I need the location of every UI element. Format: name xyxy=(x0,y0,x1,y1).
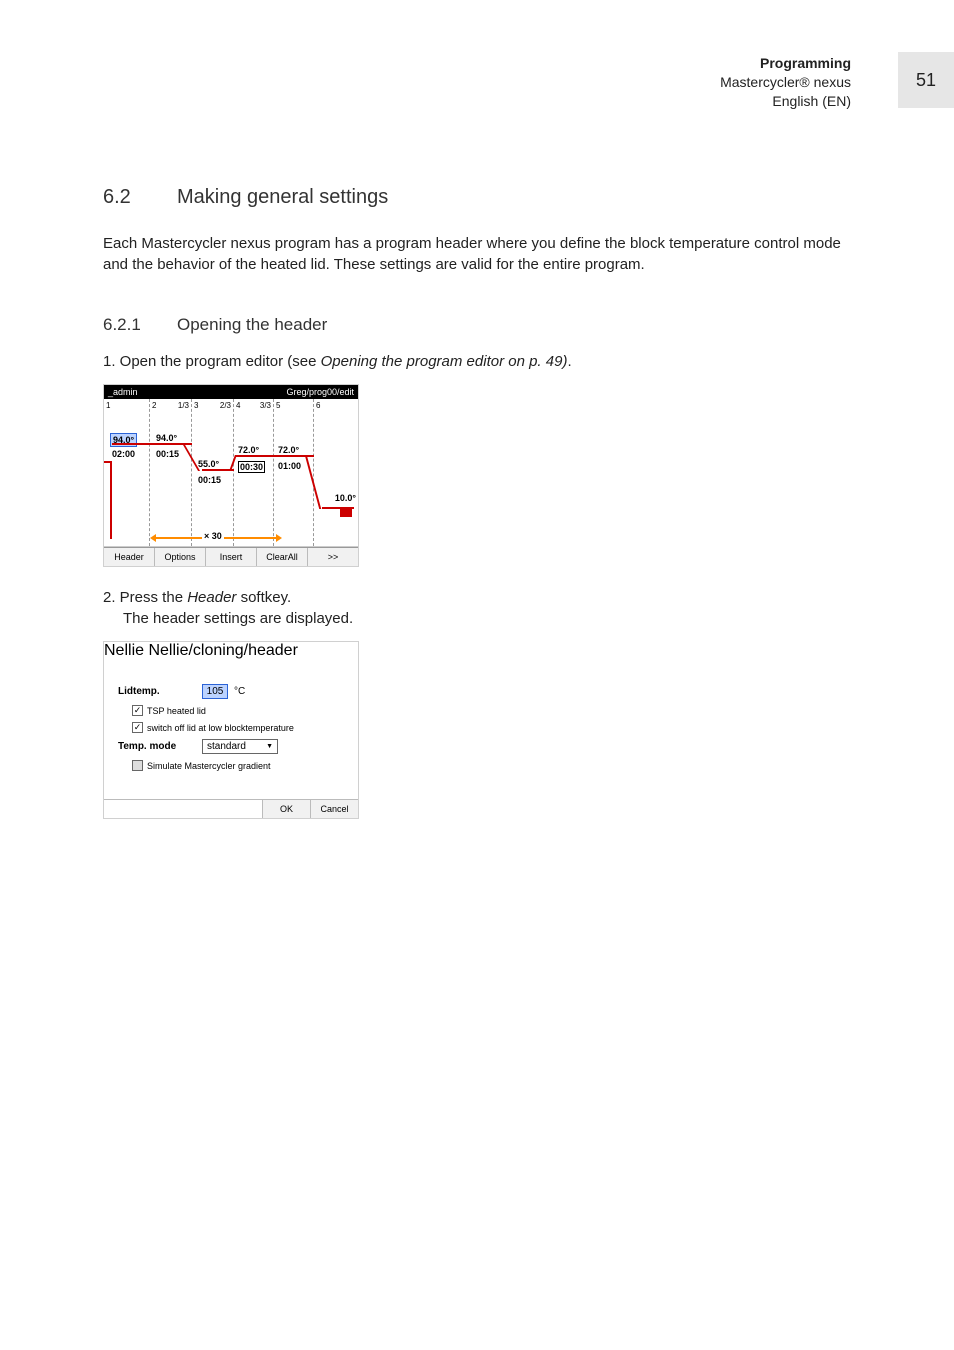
tempmode-label: Temp. mode xyxy=(118,741,196,752)
simulate-gradient-checkbox[interactable] xyxy=(132,760,143,771)
tempmode-select[interactable]: standard ▼ xyxy=(202,739,278,754)
dlg-footer: OK Cancel xyxy=(104,799,358,818)
step4-temp: 72.0° xyxy=(238,445,259,455)
page-number: 51 xyxy=(916,70,936,91)
step6-temp: 10.0° xyxy=(335,493,356,503)
subsection-title: Opening the header xyxy=(177,315,327,335)
header-dialog-screenshot: Nellie Nellie/cloning/header Lidtemp. 10… xyxy=(103,641,359,819)
section-title: Making general settings xyxy=(177,186,388,209)
tsp-heated-lid-label: TSP heated lid xyxy=(147,706,206,716)
softkey-more[interactable]: >> xyxy=(308,548,358,566)
tsp-heated-lid-checkbox[interactable] xyxy=(132,705,143,716)
lidtemp-unit: °C xyxy=(234,686,245,697)
subsection-heading: 6.2.1 Opening the header xyxy=(103,315,851,335)
dlg-titlebar: Nellie Nellie/cloning/header xyxy=(104,642,358,660)
ok-button[interactable]: OK xyxy=(262,800,310,818)
cancel-button[interactable]: Cancel xyxy=(310,800,358,818)
softkey-row: Header Options Insert ClearAll >> xyxy=(104,547,358,566)
step1-time: 02:00 xyxy=(112,449,135,459)
step2-temp: 94.0° xyxy=(156,433,177,443)
switchoff-lid-checkbox[interactable] xyxy=(132,722,143,733)
step-col-3: 3 2/3 55.0° 00:15 xyxy=(192,399,234,546)
step3-temp: 55.0° xyxy=(198,459,219,469)
step4-time: 00:30 xyxy=(238,461,265,473)
hold-icon xyxy=(340,509,352,517)
program-graph: 1 94.0° 02:00 2 1/3 94.0° 00:15 3 2/3 55… xyxy=(104,399,358,547)
lidtemp-label: Lidtemp. xyxy=(118,686,196,697)
loop-label: × 30 xyxy=(202,531,224,541)
step5-time: 01:00 xyxy=(278,461,301,471)
simulate-gradient-label: Simulate Mastercycler gradient xyxy=(147,761,271,771)
step-col-5: 5 72.0° 01:00 xyxy=(274,399,314,546)
loop-arrow-right-icon xyxy=(276,534,282,542)
subsection-number: 6.2.1 xyxy=(103,315,149,335)
chevron-down-icon: ▼ xyxy=(266,743,273,750)
step-2: 2. Press the Header softkey. The header … xyxy=(103,589,851,627)
section-intro: Each Mastercycler nexus program has a pr… xyxy=(103,233,843,275)
dlg-titlebar-left: Nellie xyxy=(104,642,144,659)
step2-time: 00:15 xyxy=(156,449,179,459)
step-col-4: 4 3/3 72.0° 00:30 xyxy=(234,399,274,546)
titlebar-right: Greg/prog00/edit xyxy=(286,387,354,397)
section-heading: 6.2 Making general settings xyxy=(103,186,851,209)
softkey-clearall[interactable]: ClearAll xyxy=(257,548,308,566)
step5-temp: 72.0° xyxy=(278,445,299,455)
switchoff-lid-label: switch off lid at low blocktemperature xyxy=(147,723,294,733)
step-col-1: 1 94.0° 02:00 xyxy=(104,399,150,546)
titlebar-left: _admin xyxy=(108,387,138,397)
softkey-options[interactable]: Options xyxy=(155,548,206,566)
softkey-header[interactable]: Header xyxy=(104,548,155,566)
softkey-insert[interactable]: Insert xyxy=(206,548,257,566)
step-col-2: 2 1/3 94.0° 00:15 xyxy=(150,399,192,546)
lidtemp-input[interactable]: 105 xyxy=(202,684,228,699)
step-1: 1. Open the program editor (see Opening … xyxy=(103,353,851,370)
step-2-sub: The header settings are displayed. xyxy=(123,610,851,627)
program-editor-screenshot: _admin Greg/prog00/edit 1 94.0° 02:00 2 … xyxy=(103,384,359,567)
step3-time: 00:15 xyxy=(198,475,221,485)
step-col-6: 6 10.0° xyxy=(314,399,358,546)
page-number-badge: 51 xyxy=(898,52,954,108)
loop-arrow-left-icon xyxy=(150,534,156,542)
dlg-titlebar-right: Nellie/cloning/header xyxy=(148,642,297,659)
section-number: 6.2 xyxy=(103,186,143,209)
titlebar: _admin Greg/prog00/edit xyxy=(104,385,358,399)
